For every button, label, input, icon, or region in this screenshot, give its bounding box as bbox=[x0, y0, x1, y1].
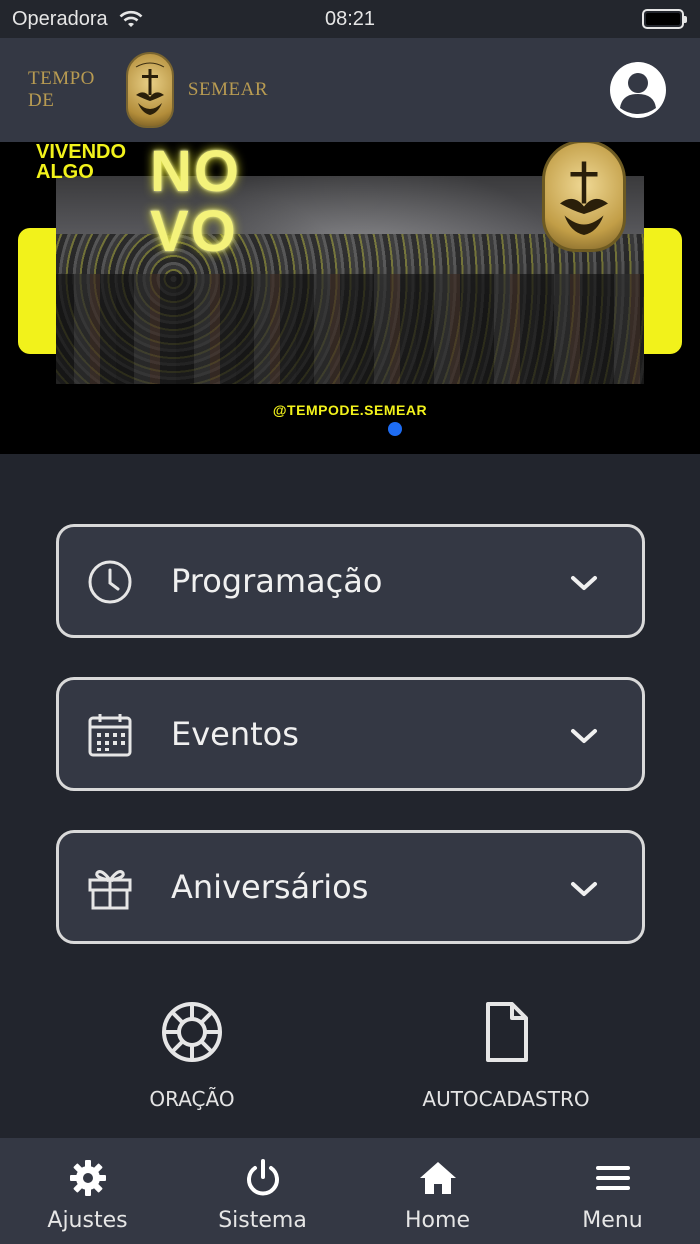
banner-neon-text: NO VO bbox=[150, 142, 241, 264]
neon-text-line-2: VO bbox=[150, 199, 238, 264]
banner-headline: VIVENDO ALGO bbox=[36, 142, 126, 182]
church-logo[interactable]: TEMPO DE SEMEAR bbox=[28, 50, 268, 130]
banner-carousel[interactable]: VIVENDO ALGO NO VO @TEMPODE.SEMEAR bbox=[0, 142, 700, 454]
chevron-down-icon bbox=[571, 729, 597, 743]
carrier-name: Operadora bbox=[12, 7, 108, 30]
gear-icon bbox=[69, 1160, 106, 1196]
banner-headline-bottom: ALGO bbox=[36, 161, 94, 183]
bottom-tab-bar: Ajustes Sistema Home Menu bbox=[0, 1138, 700, 1244]
banner-handle: @TEMPODE.SEMEAR bbox=[272, 402, 428, 418]
accordion-programacao[interactable]: Programação bbox=[56, 524, 645, 638]
battery-icon bbox=[642, 9, 687, 29]
cross-dove-icon bbox=[135, 62, 165, 115]
calendar-icon bbox=[88, 714, 132, 757]
app-header: TEMPO DE SEMEAR bbox=[0, 38, 700, 142]
hamburger-menu-icon bbox=[595, 1166, 630, 1190]
status-bar: Operadora 08:21 bbox=[0, 0, 700, 38]
banner-headline-top: VIVENDO bbox=[36, 142, 127, 163]
tab-label: Home bbox=[405, 1208, 470, 1233]
logo-badge bbox=[125, 52, 174, 128]
logo-text-right: SEMEAR bbox=[187, 79, 268, 100]
tab-ajustes[interactable]: Ajustes bbox=[0, 1138, 175, 1244]
lifebuoy-icon bbox=[162, 1002, 222, 1062]
tab-menu[interactable]: Menu bbox=[525, 1138, 700, 1244]
account-circle-icon bbox=[620, 73, 656, 114]
carousel-dot-active[interactable] bbox=[388, 422, 402, 436]
banner-logo-badge bbox=[542, 142, 626, 252]
power-icon bbox=[246, 1159, 279, 1196]
banner-decor-left bbox=[18, 228, 58, 354]
chevron-down-icon bbox=[571, 576, 597, 590]
wifi-icon bbox=[119, 10, 143, 27]
shortcut-label: AUTOCADASTRO bbox=[422, 1087, 590, 1111]
neon-text-line-1: NO bbox=[150, 142, 241, 204]
gift-icon bbox=[88, 870, 132, 910]
chevron-down-icon bbox=[571, 882, 597, 896]
tab-label: Sistema bbox=[218, 1208, 307, 1233]
shortcut-autocadastro[interactable]: AUTOCADASTRO bbox=[406, 1000, 606, 1111]
home-icon bbox=[419, 1162, 456, 1194]
accordion-label: Programação bbox=[171, 562, 383, 600]
app-screen: Operadora 08:21 TEMPO DE SEMEAR VIVENDO … bbox=[0, 0, 700, 1244]
shortcut-label: ORAÇÃO bbox=[149, 1087, 235, 1111]
tab-label: Menu bbox=[582, 1208, 643, 1233]
tab-sistema[interactable]: Sistema bbox=[175, 1138, 350, 1244]
accordion-label: Eventos bbox=[171, 715, 299, 753]
crowd-foreground bbox=[56, 274, 644, 384]
accordion-label: Aniversários bbox=[171, 868, 369, 906]
accordion-eventos[interactable]: Eventos bbox=[56, 677, 645, 791]
banner-decor-right bbox=[642, 228, 682, 354]
shortcut-oracao[interactable]: ORAÇÃO bbox=[92, 1000, 292, 1111]
cross-dove-icon bbox=[560, 161, 608, 235]
tab-label: Ajustes bbox=[47, 1208, 128, 1233]
clock-icon bbox=[88, 560, 132, 604]
tab-home[interactable]: Home bbox=[350, 1138, 525, 1244]
carrier-group: Operadora bbox=[12, 8, 144, 31]
logo-text-left: TEMPO DE bbox=[28, 68, 95, 111]
document-icon bbox=[486, 1002, 528, 1062]
profile-button[interactable] bbox=[610, 62, 666, 118]
accordion-aniversarios[interactable]: Aniversários bbox=[56, 830, 645, 944]
